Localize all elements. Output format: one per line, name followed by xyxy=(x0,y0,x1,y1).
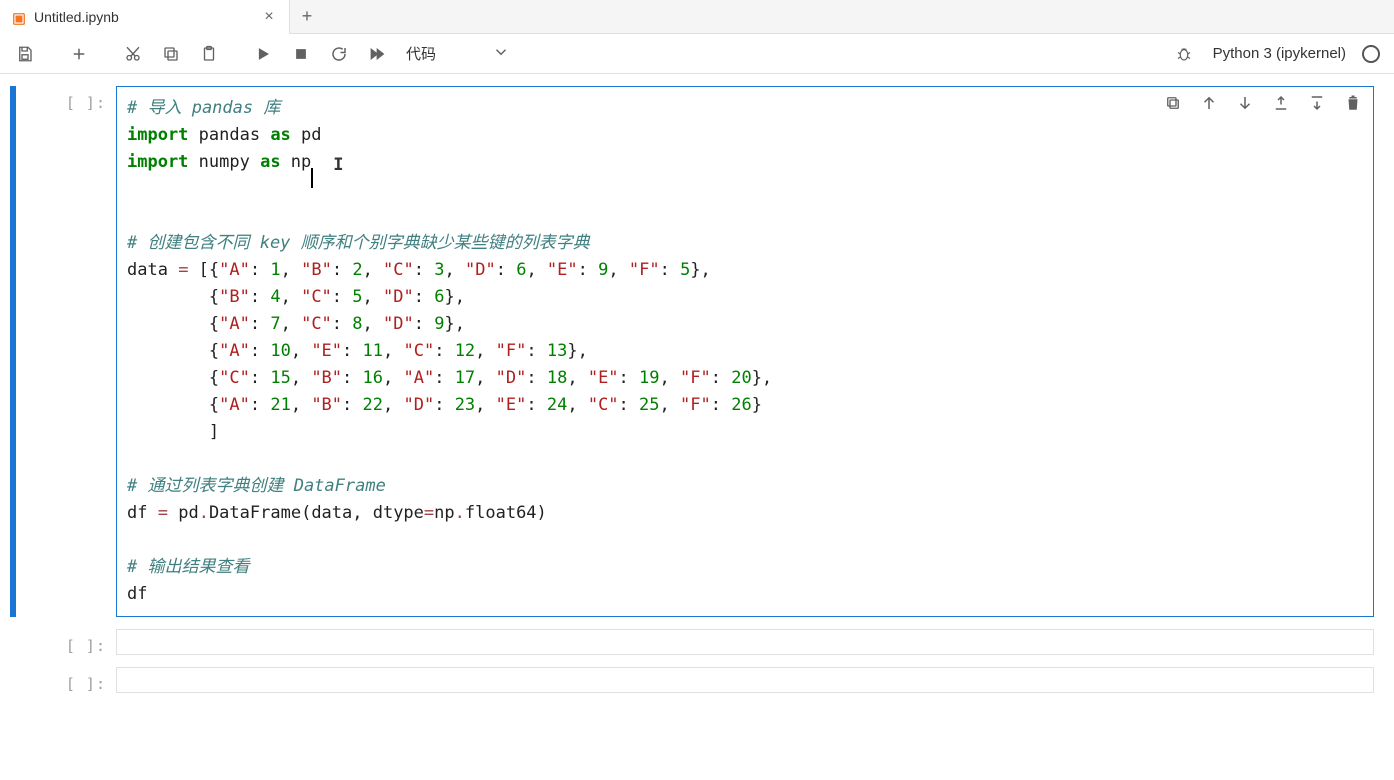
tab-title: Untitled.ipynb xyxy=(34,9,253,25)
tab-bar: Untitled.ipynb × + xyxy=(0,0,1394,34)
notebook-icon xyxy=(12,10,26,24)
code-content[interactable]: # 导入 pandas 库 import pandas as pd import… xyxy=(127,95,1363,608)
kernel-name[interactable]: Python 3 (ipykernel) xyxy=(1205,45,1354,62)
cell-prompt: [ ]: xyxy=(16,86,116,617)
text-cursor-icon: I xyxy=(333,152,343,179)
paste-button[interactable] xyxy=(192,39,226,69)
cell-editor[interactable] xyxy=(116,629,1374,655)
tab-notebook[interactable]: Untitled.ipynb × xyxy=(0,0,290,34)
new-tab-button[interactable]: + xyxy=(290,0,324,34)
copy-button[interactable] xyxy=(154,39,188,69)
cell-prompt: [ ]: xyxy=(16,667,116,693)
cut-button[interactable] xyxy=(116,39,150,69)
run-all-button[interactable] xyxy=(360,39,394,69)
notebook-area: [ ]: # 导入 pandas 库 import pandas as pd i… xyxy=(0,74,1394,780)
save-button[interactable] xyxy=(8,39,42,69)
cell-type-label: 代码 xyxy=(406,43,436,64)
delete-cell-icon[interactable] xyxy=(1341,91,1365,115)
cell-editor[interactable] xyxy=(116,667,1374,693)
cell-type-dropdown[interactable]: 代码 xyxy=(398,39,518,69)
restart-button[interactable] xyxy=(322,39,356,69)
toolbar: 代码 Python 3 (ipykernel) xyxy=(0,34,1394,74)
run-button[interactable] xyxy=(246,39,280,69)
move-up-icon[interactable] xyxy=(1197,91,1221,115)
debugger-icon[interactable] xyxy=(1167,39,1201,69)
duplicate-cell-icon[interactable] xyxy=(1161,91,1185,115)
kernel-status-icon[interactable] xyxy=(1362,45,1380,63)
code-cell[interactable]: [ ]: xyxy=(10,629,1374,655)
cell-editor[interactable]: # 导入 pandas 库 import pandas as pd import… xyxy=(116,86,1374,617)
close-icon[interactable]: × xyxy=(261,9,277,25)
chevron-down-icon xyxy=(492,43,510,65)
code-cell[interactable]: [ ]: # 导入 pandas 库 import pandas as pd i… xyxy=(10,86,1374,617)
stop-button[interactable] xyxy=(284,39,318,69)
insert-above-icon[interactable] xyxy=(1269,91,1293,115)
insert-cell-button[interactable] xyxy=(62,39,96,69)
cell-toolbar xyxy=(1161,91,1365,115)
code-cell[interactable]: [ ]: xyxy=(10,667,1374,693)
move-down-icon[interactable] xyxy=(1233,91,1257,115)
insert-below-icon[interactable] xyxy=(1305,91,1329,115)
cell-prompt: [ ]: xyxy=(16,629,116,655)
